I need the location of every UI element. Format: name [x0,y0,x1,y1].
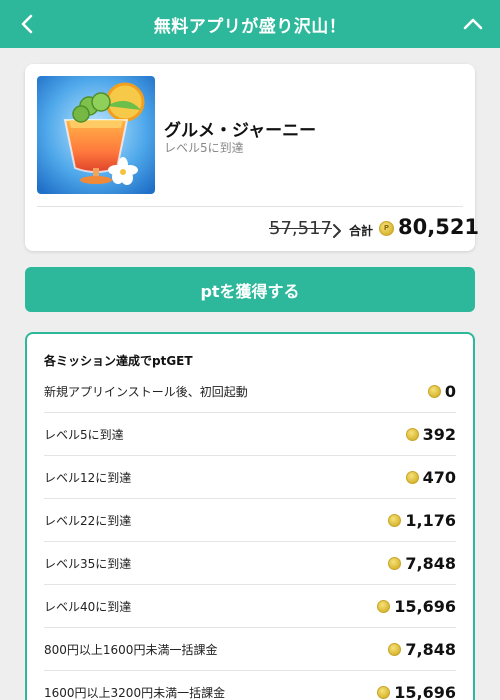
mission-points: 7,848 [405,639,456,659]
mission-label: 800円以上1600円未満一括課金 [44,642,218,657]
coin-icon [427,384,441,398]
chevron-left-icon [21,14,33,34]
coin-icon [388,642,402,656]
app-card: グルメ・ジャーニー レベル5に到達 57,517 合計 P 80,521 [25,64,479,251]
back-button[interactable] [12,8,42,40]
mission-row: 1600円以上3200円未満一括課金 15,696 [44,671,456,700]
collapse-button[interactable] [458,8,488,40]
mission-list: 各ミッション達成でptGET 新規アプリインストール後、初回起動 0 レベル5に… [25,332,475,700]
coin-icon [405,427,419,441]
chevron-up-icon [463,18,483,30]
coin-icon [377,599,391,613]
mission-points: 7,848 [405,553,456,573]
mission-points: 470 [422,467,456,487]
get-points-button[interactable]: ptを獲得する [25,267,475,312]
mission-points: 392 [422,424,456,444]
header-title: 無料アプリが盛り沢山！ [153,16,347,37]
coin-icon [405,470,419,484]
mission-title: 各ミッション達成でptGET [44,354,193,368]
mission-label: レベル12に到達 [44,470,132,485]
mission-row: レベル22に到達 1,176 [44,499,456,542]
chevron-right-icon [333,224,341,238]
coin-icon: P [379,221,394,236]
coin-icon [388,556,402,570]
coin-icon [377,685,391,699]
tropical-drink-app-icon [37,76,155,194]
app-subtitle: レベル5に到達 [164,141,244,155]
mission-label: 新規アプリインストール後、初回起動 [44,384,248,399]
mission-label: レベル5に到達 [44,427,124,442]
mission-label: 1600円以上3200円未満一括課金 [44,685,226,700]
mission-points: 15,696 [394,682,456,700]
mission-label: レベル40に到達 [44,599,132,614]
mission-row: レベル5に到達 392 [44,413,456,456]
mission-row: 800円以上1600円未満一括課金 7,848 [44,628,456,671]
mission-row: 新規アプリインストール後、初回起動 0 [44,370,456,413]
mission-points: 15,696 [394,596,456,616]
mission-row: レベル40に到達 15,696 [44,585,456,628]
old-points: 57,517 [269,218,332,239]
total-points: 80,521 [398,215,480,239]
mission-row: レベル12に到達 470 [44,456,456,499]
divider [37,206,463,207]
mission-label: レベル35に到達 [44,556,132,571]
app-name: グルメ・ジャーニー [164,121,317,141]
get-points-label: ptを獲得する [200,281,300,301]
mission-points: 0 [444,381,456,401]
app-header: 無料アプリが盛り沢山！ [0,0,500,48]
coin-icon [388,513,402,527]
mission-points: 1,176 [405,510,456,530]
mission-label: レベル22に到達 [44,513,132,528]
total-label: 合計 [349,224,374,238]
mission-row: レベル35に到達 7,848 [44,542,456,585]
